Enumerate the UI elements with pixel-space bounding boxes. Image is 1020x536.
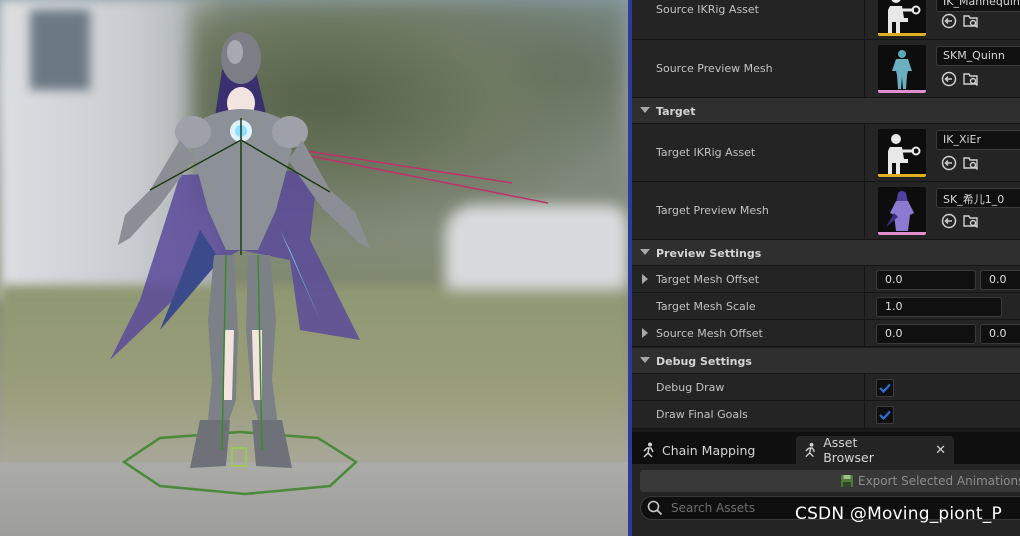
debug-draw-label: Debug Draw [656,380,725,394]
target-scale-field[interactable]: 1.0 [876,297,1002,317]
root-ground-circle [121,430,359,496]
target-section-header[interactable]: Target [632,98,1020,124]
collapse-arrow-icon [640,107,650,113]
browse-asset-icon[interactable] [962,212,980,230]
target-mesh-scale-label: Target Mesh Scale [656,299,756,313]
mesh-type-bar [878,90,926,93]
export-selected-animations-label: Export Selected Animations [858,474,1020,488]
target-preview-mesh-row: Target Preview Mesh SK_希儿1_0 [632,182,1020,240]
running-figure-icon [805,442,816,458]
draw-final-goals-label: Draw Final Goals [656,408,748,421]
target-mesh-scale-row: Target Mesh Scale 1.0 [632,293,1020,320]
target-ikrig-thumbnail[interactable] [878,129,926,177]
mannequin-thumbnail-icon [892,50,912,89]
preview-character[interactable] [0,0,628,536]
browse-asset-icon[interactable] [962,154,980,172]
expand-arrow-icon[interactable] [642,328,648,338]
use-selected-icon[interactable] [940,154,958,172]
ikrig-type-bar [878,33,926,36]
use-selected-icon[interactable] [940,212,958,230]
debug-draw-checkbox[interactable] [876,379,894,397]
source-mesh-offset-row: Source Mesh Offset 0.0 0.0 [632,320,1020,347]
running-figure-icon [643,442,654,458]
source-mesh-combo[interactable]: SKM_Quinn [936,46,1020,66]
target-ikrig-combo[interactable]: IK_XiEr [936,130,1020,150]
use-selected-icon[interactable] [940,70,958,88]
asset-browser-content: Export Selected Animations Search Assets [632,464,1020,536]
debug-settings-label: Debug Settings [656,354,752,368]
checkmark-icon [879,410,891,420]
tab-asset-browser-label: Asset Browser [823,435,874,465]
search-assets-placeholder: Search Assets [671,501,756,515]
use-selected-icon[interactable] [940,12,958,30]
source-preview-mesh-label: Source Preview Mesh [656,62,773,75]
draw-final-goals-checkbox[interactable] [876,406,894,424]
bottom-tab-bar: Chain Mapping Asset Browser ✕ [632,432,1020,465]
source-offset-x-field[interactable]: 0.0 [876,324,976,344]
source-ikrig-row: Source IKRig Asset IK_Mannequin [632,0,1020,40]
target-mesh-combo[interactable]: SK_希儿1_0 [936,188,1020,208]
target-ikrig-label: Target IKRig Asset [656,146,756,159]
target-mesh-thumbnail[interactable] [878,187,926,235]
source-preview-mesh-row: Source Preview Mesh SKM_Quinn [632,40,1020,98]
ikrig-asset-icon [888,0,921,34]
checkmark-icon [879,383,891,393]
target-mesh-offset-row: Target Mesh Offset 0.0 0.0 [632,266,1020,293]
target-preview-mesh-label: Target Preview Mesh [656,204,769,217]
target-ikrig-row: Target IKRig Asset IK_XiEr [632,124,1020,182]
tab-chain-mapping[interactable]: Chain Mapping [634,436,790,464]
target-offset-y-field[interactable]: 0.0 [980,270,1020,290]
root-bone-marker [231,447,247,467]
target-mesh-offset-label: Target Mesh Offset [656,272,760,286]
search-icon [647,500,663,516]
source-ikrig-thumbnail[interactable] [878,0,926,36]
browse-asset-icon[interactable] [962,12,980,30]
source-mesh-offset-label: Source Mesh Offset [656,326,763,340]
preview-settings-label: Preview Settings [656,246,762,260]
debug-draw-row: Debug Draw [632,374,1020,401]
expand-arrow-icon[interactable] [642,274,648,284]
mesh-type-bar [878,232,926,235]
debug-line [299,149,513,184]
target-section-label: Target [656,104,696,118]
source-mesh-thumbnail[interactable] [878,45,926,93]
tab-asset-browser[interactable]: Asset Browser ✕ [796,435,954,465]
character-thumbnail-icon [886,191,914,231]
tab-chain-mapping-label: Chain Mapping [662,442,756,458]
close-icon[interactable]: ✕ [935,443,946,458]
ikrig-type-bar [878,174,926,177]
save-icon [841,475,853,487]
target-offset-x-field[interactable]: 0.0 [876,270,976,290]
csdn-watermark: CSDN @Moving_piont_P [795,504,1002,524]
source-ikrig-combo[interactable]: IK_Mannequin [936,0,1020,12]
preview-settings-header[interactable]: Preview Settings [632,240,1020,266]
collapse-arrow-icon [640,249,650,255]
draw-final-goals-row: Draw Final Goals [632,401,1020,429]
export-selected-animations-button[interactable]: Export Selected Animations [640,470,1020,492]
debug-settings-header[interactable]: Debug Settings [632,348,1020,374]
source-ikrig-label: Source IKRig Asset [656,3,759,16]
ikrig-asset-icon [888,134,921,175]
details-panel: Source IKRig Asset IK_Mannequin Source P… [632,0,1020,536]
browse-asset-icon[interactable] [962,70,980,88]
collapse-arrow-icon [640,357,650,363]
3d-viewport[interactable] [0,0,628,536]
source-offset-y-field[interactable]: 0.0 [980,324,1020,344]
